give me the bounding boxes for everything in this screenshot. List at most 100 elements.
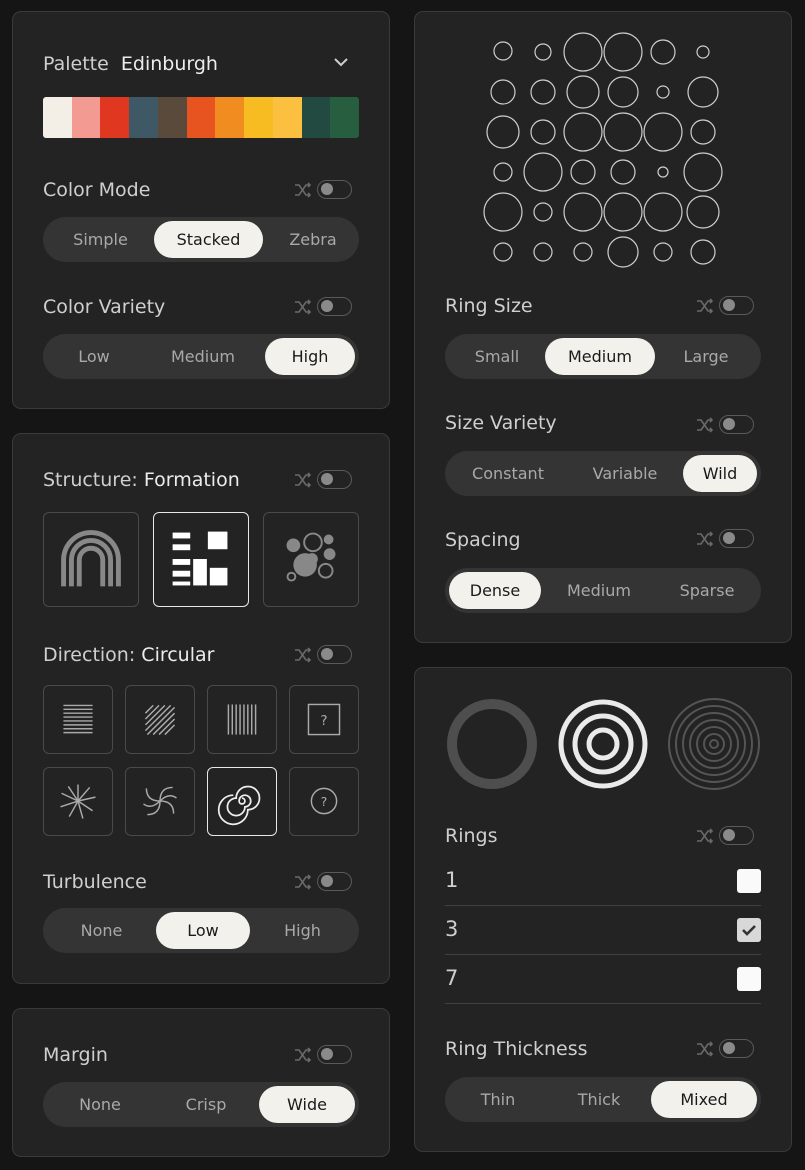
rings-option-3-label: 3 xyxy=(445,917,459,941)
ring-thickness-toggle[interactable] xyxy=(695,1038,755,1060)
color-mode-option-stacked[interactable]: Stacked xyxy=(154,221,263,258)
direction-tile-radial[interactable] xyxy=(43,767,113,836)
toggle-switch[interactable] xyxy=(317,297,352,316)
size-variety-toggle[interactable] xyxy=(695,414,755,436)
shuffle-icon[interactable] xyxy=(293,297,313,317)
preview-ring xyxy=(686,195,720,229)
toggle-switch[interactable] xyxy=(719,415,754,434)
color-mode-label: Color Mode xyxy=(43,179,151,201)
direction-tile-circular[interactable] xyxy=(207,767,277,836)
ring-thickness-option-mixed[interactable]: Mixed xyxy=(651,1081,757,1118)
shuffle-icon[interactable] xyxy=(695,1039,715,1059)
direction-tile-diagonal[interactable] xyxy=(125,685,195,754)
toggle-switch[interactable] xyxy=(317,180,352,199)
rings-option-1-label: 1 xyxy=(445,868,459,892)
turbulence-option-low[interactable]: Low xyxy=(156,912,250,949)
ring-size-option-medium[interactable]: Medium xyxy=(545,338,655,375)
shuffle-icon[interactable] xyxy=(293,645,313,665)
size-variety-option-variable[interactable]: Variable xyxy=(567,455,683,492)
margin-toggle[interactable] xyxy=(293,1044,353,1066)
toggle-switch[interactable] xyxy=(317,470,352,489)
shuffle-icon[interactable] xyxy=(293,1045,313,1065)
shuffle-icon[interactable] xyxy=(293,180,313,200)
toggle-switch[interactable] xyxy=(719,1039,754,1058)
shuffle-icon[interactable] xyxy=(695,296,715,316)
turbulence-label: Turbulence xyxy=(43,871,147,893)
color-mode-option-zebra[interactable]: Zebra xyxy=(263,221,363,258)
color-mode-option-simple[interactable]: Simple xyxy=(47,221,154,258)
toggle-switch[interactable] xyxy=(317,872,352,891)
chevron-down-icon[interactable] xyxy=(333,56,349,68)
structure-tile-bubbles[interactable] xyxy=(263,512,359,607)
spacing-toggle[interactable] xyxy=(695,528,755,550)
margin-label: Margin xyxy=(43,1044,108,1066)
direction-tile-horizontal[interactable] xyxy=(43,685,113,754)
ring-thickness-option-thin[interactable]: Thin xyxy=(449,1081,547,1118)
spacing-option-dense[interactable]: Dense xyxy=(449,572,541,609)
shuffle-icon[interactable] xyxy=(695,826,715,846)
preview-ring xyxy=(563,112,603,152)
margin-option-wide[interactable]: Wide xyxy=(259,1086,355,1123)
structure-tile-arch[interactable] xyxy=(43,512,139,607)
color-variety-option-medium[interactable]: Medium xyxy=(141,338,265,375)
toggle-knob xyxy=(321,1048,333,1060)
ring-size-option-large[interactable]: Large xyxy=(655,338,757,375)
spacing-option-medium[interactable]: Medium xyxy=(541,572,657,609)
turbulence-toggle[interactable] xyxy=(293,871,353,893)
size-variety-option-constant[interactable]: Constant xyxy=(449,455,567,492)
shuffle-icon[interactable] xyxy=(293,470,313,490)
spacing-option-sparse[interactable]: Sparse xyxy=(657,572,757,609)
shuffle-icon[interactable] xyxy=(695,529,715,549)
margin-option-crisp[interactable]: Crisp xyxy=(153,1086,259,1123)
direction-toggle[interactable] xyxy=(293,644,353,666)
preview-ring xyxy=(607,236,639,268)
color-variety-option-high[interactable]: High xyxy=(265,338,355,375)
preview-ring xyxy=(687,76,719,108)
single-ring-icon[interactable] xyxy=(445,697,539,791)
direction-tile-vertical[interactable] xyxy=(207,685,277,754)
rings-option-7-checkbox[interactable] xyxy=(737,967,761,991)
turbulence-option-high[interactable]: High xyxy=(250,912,355,949)
direction-tile-swirl[interactable] xyxy=(125,767,195,836)
toggle-switch[interactable] xyxy=(719,529,754,548)
rings-toggle[interactable] xyxy=(695,825,755,847)
toggle-switch[interactable] xyxy=(719,826,754,845)
turbulence-option-none[interactable]: None xyxy=(47,912,156,949)
three-rings-icon[interactable] xyxy=(556,697,650,791)
direction-tile-random-square[interactable]: ? xyxy=(289,685,359,754)
palette-value[interactable]: Edinburgh xyxy=(121,53,218,75)
color-variety-option-low[interactable]: Low xyxy=(47,338,141,375)
structure-tile-formation[interactable] xyxy=(153,512,249,607)
preview-ring xyxy=(653,242,673,262)
vertical-lines-icon xyxy=(227,704,257,735)
preview-ring xyxy=(486,115,520,149)
toggle-switch[interactable] xyxy=(317,645,352,664)
diagonal-lines-icon xyxy=(144,704,176,736)
shuffle-icon[interactable] xyxy=(695,415,715,435)
ring-size-toggle[interactable] xyxy=(695,295,755,317)
color-mode-toggle[interactable] xyxy=(293,179,353,201)
preview-ring xyxy=(483,192,523,232)
rings-option-3-checkbox[interactable] xyxy=(737,918,761,942)
structure-toggle[interactable] xyxy=(293,469,353,491)
ring-thickness-option-thick[interactable]: Thick xyxy=(547,1081,651,1118)
ring-size-option-small[interactable]: Small xyxy=(449,338,545,375)
toggle-switch[interactable] xyxy=(317,1045,352,1064)
toggle-knob xyxy=(723,1042,735,1054)
margin-option-none[interactable]: None xyxy=(47,1086,153,1123)
palette-swatch xyxy=(129,97,158,138)
toggle-switch[interactable] xyxy=(719,296,754,315)
direction-tile-random-circle[interactable]: ? xyxy=(289,767,359,836)
seven-rings-icon[interactable] xyxy=(667,697,761,791)
rings-option-7-label: 7 xyxy=(445,966,459,990)
toggle-knob xyxy=(321,183,333,195)
color-variety-toggle[interactable] xyxy=(293,296,353,318)
shuffle-icon[interactable] xyxy=(293,872,313,892)
palette-swatches[interactable] xyxy=(43,97,359,138)
margin-panel: Margin None Crisp Wide xyxy=(12,1008,390,1157)
arch-icon xyxy=(61,530,121,587)
preview-ring xyxy=(563,32,603,72)
rings-option-1-checkbox[interactable] xyxy=(737,869,761,893)
size-variety-option-wild[interactable]: Wild xyxy=(683,455,757,492)
preview-ring xyxy=(603,32,643,72)
